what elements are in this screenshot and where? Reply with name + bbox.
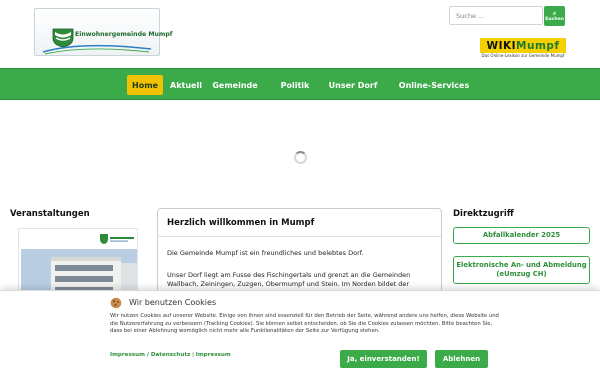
imprint-link[interactable]: Impressum xyxy=(196,352,231,358)
reject-cookies-button[interactable]: Ablehnen xyxy=(435,350,488,368)
nav-item-aktuell[interactable]: Aktuell xyxy=(167,75,205,95)
site-logo[interactable]: Einwohnergemeinde Mumpf xyxy=(34,8,172,56)
logo-swoosh xyxy=(42,44,152,55)
cookie-text: Wir nutzen Cookies auf unserer Website. … xyxy=(110,313,499,335)
nav-item-politik[interactable]: Politik xyxy=(275,75,315,95)
welcome-title: Herzlich willkommen in Mumpf xyxy=(167,218,315,228)
nav-item-unser-dorf[interactable]: Unser Dorf xyxy=(326,75,380,95)
logo-text: Einwohnergemeinde Mumpf xyxy=(75,31,173,38)
nav-item-home[interactable]: Home xyxy=(127,75,163,95)
cookie-banner: Wir benutzen Cookies Wir nutzen Cookies … xyxy=(0,290,600,375)
loading-spinner xyxy=(294,151,307,164)
privacy-link[interactable]: Impressum / Datenschutz xyxy=(110,352,190,358)
cookie-icon xyxy=(110,297,122,309)
search-input[interactable]: Suche ... xyxy=(449,6,543,25)
nav-item-gemeinde[interactable]: Gemeinde xyxy=(210,75,260,95)
nav-item-online-services[interactable]: Online-Services xyxy=(394,75,474,95)
welcome-paragraph-2: Unser Dorf liegt am Fusse des Fischinger… xyxy=(167,271,411,288)
accept-cookies-button[interactable]: Ja, einverstanden! xyxy=(340,350,427,368)
abfallkalender-link[interactable]: Abfallkalender 2025 xyxy=(453,227,590,244)
welcome-divider xyxy=(158,236,441,237)
main-nav: Home Aktuell Gemeinde Politik Unser Dorf… xyxy=(0,68,600,100)
wiki-logo-part2: Mumpf xyxy=(516,39,560,52)
direct-access-title: Direktzugriff xyxy=(453,209,514,219)
cookie-title: Wir benutzen Cookies xyxy=(129,298,217,307)
search-button[interactable]: ⌕ Suchen xyxy=(544,6,565,26)
wiki-logo-subtitle: Das Online-Lexikon zur Gemeinde Mumpf xyxy=(481,53,565,58)
search-placeholder: Suche ... xyxy=(456,11,485,20)
event-logo xyxy=(100,234,134,244)
cookie-link-separator: | xyxy=(192,352,194,358)
search-button-label: Suchen xyxy=(545,16,564,22)
search-icon: ⌕ xyxy=(552,9,557,17)
events-title: Veranstaltungen xyxy=(10,209,90,219)
cookie-links: Impressum / Datenschutz | Impressum xyxy=(110,352,231,358)
wiki-logo-part1: WIKI xyxy=(486,39,517,52)
event-card[interactable] xyxy=(18,228,138,309)
welcome-paragraph-1: Die Gemeinde Mumpf ist ein freundliches … xyxy=(167,249,364,257)
eumzug-link[interactable]: Elektronische An- und Abmeldung (eUmzug … xyxy=(453,256,590,284)
wikimumpf-logo[interactable]: WIKI Mumpf Das Online-Lexikon zur Gemein… xyxy=(480,38,566,58)
